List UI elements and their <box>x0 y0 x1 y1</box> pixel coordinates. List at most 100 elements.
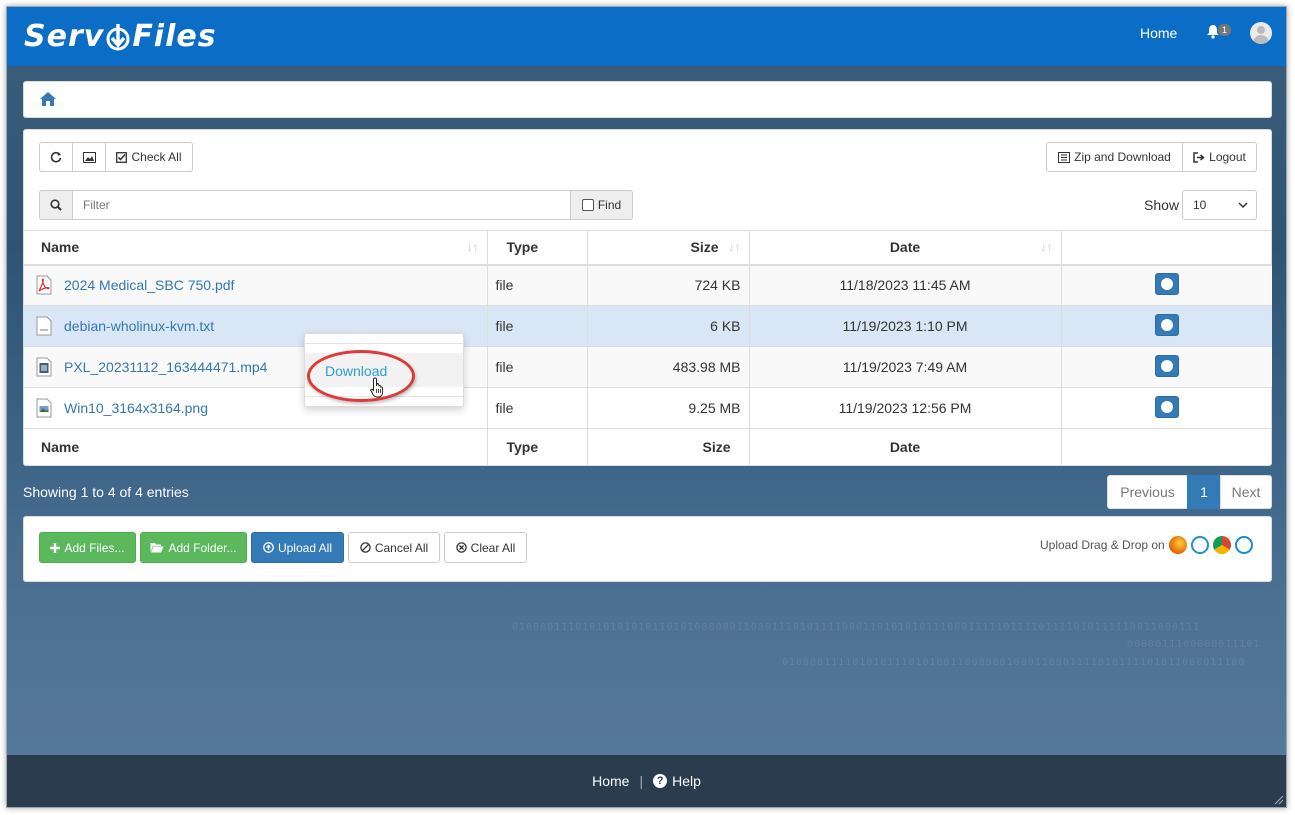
page-size-select[interactable]: 10 <box>1182 190 1257 220</box>
table-row[interactable]: debian-wholinux-kvm.txt file 6 KB 11/19/… <box>24 305 1272 347</box>
background-pattern: 0100001110101010101011010100000011000111… <box>512 622 1261 668</box>
search-icon <box>50 199 62 211</box>
table-header-row: Name ↓↑ Type Size ↓↑ Date ↓↑ <box>24 230 1272 266</box>
top-navbar: Serv Files Home 1 <box>7 7 1286 66</box>
header-size[interactable]: Size ↓↑ <box>587 230 750 266</box>
footer-date: Date <box>749 428 1062 466</box>
file-type: file <box>487 387 588 429</box>
thumbnail-view-button[interactable] <box>72 142 106 172</box>
download-icon <box>1160 277 1173 290</box>
download-button[interactable] <box>1154 395 1179 418</box>
download-icon <box>1160 318 1173 331</box>
file-date: 11/19/2023 7:49 AM <box>749 346 1062 388</box>
header-actions <box>1061 230 1272 266</box>
table-row[interactable]: Win10_3164x3164.png file 9.25 MB 11/19/2… <box>24 387 1272 429</box>
browser-window: 0100001110101010101011010100000011000111… <box>6 6 1287 808</box>
file-name-link[interactable]: debian-wholinux-kvm.txt <box>64 318 214 334</box>
footer-size: Size <box>587 428 750 466</box>
text-file-icon <box>36 316 52 336</box>
header-date[interactable]: Date ↓↑ <box>749 230 1062 266</box>
check-all-button[interactable]: Check All <box>105 142 193 172</box>
cancel-all-button[interactable]: Cancel All <box>348 532 440 563</box>
download-button[interactable] <box>1154 354 1179 377</box>
resize-grip-icon[interactable] <box>1272 793 1284 805</box>
notification-badge: 1 <box>1218 24 1232 36</box>
footer-home-link[interactable]: Home <box>592 773 629 789</box>
table-row[interactable]: PXL_20231112_163444471.mp4 file 483.98 M… <box>24 346 1272 388</box>
page-1-button[interactable]: 1 <box>1187 475 1221 509</box>
filter-input[interactable] <box>72 190 571 220</box>
firefox-icon <box>1168 536 1187 554</box>
next-page-button[interactable]: Next <box>1220 475 1272 509</box>
zip-download-button[interactable]: Zip and Download <box>1046 142 1183 172</box>
footer-help-link[interactable]: ? Help <box>653 773 701 789</box>
find-checkbox-button[interactable]: Find <box>570 190 633 220</box>
file-date: 11/18/2023 11:45 AM <box>749 264 1062 306</box>
file-type: file <box>487 346 588 388</box>
find-checkbox[interactable] <box>581 199 594 211</box>
refresh-button[interactable] <box>39 142 73 172</box>
file-name-link[interactable]: Win10_3164x3164.png <box>64 400 208 416</box>
image-icon <box>82 151 96 163</box>
logout-button[interactable]: Logout <box>1182 142 1257 172</box>
page-footer: Home | ? Help <box>7 755 1286 807</box>
file-date: 11/19/2023 1:10 PM <box>749 305 1062 347</box>
logout-icon <box>1193 151 1205 163</box>
safari-icon <box>1234 536 1253 554</box>
chrome-icon <box>1212 536 1231 554</box>
remove-circle-icon <box>455 542 467 553</box>
search-addon <box>39 190 73 220</box>
hand-cursor-icon <box>370 377 384 398</box>
add-files-button[interactable]: Add Files... <box>39 532 136 563</box>
folder-open-icon <box>150 543 164 553</box>
footer-name: Name <box>24 428 488 466</box>
download-icon <box>1160 400 1173 413</box>
sort-icon: ↓↑ <box>1040 240 1053 254</box>
file-type: file <box>487 264 588 306</box>
file-list-panel: Check All Zip and Download Logout Filter… <box>23 129 1272 466</box>
menu-divider <box>305 343 463 344</box>
file-name-link[interactable]: 2024 Medical_SBC 750.pdf <box>64 277 234 293</box>
servfiles-logo[interactable]: Serv Files <box>24 19 217 54</box>
show-label: Show <box>1144 197 1180 213</box>
previous-page-button[interactable]: Previous <box>1107 475 1188 509</box>
notifications-button[interactable]: 1 <box>1206 24 1232 43</box>
refresh-icon <box>50 151 62 163</box>
files-table: Name ↓↑ Type Size ↓↑ Date ↓↑ 2024 Medical_S… <box>24 230 1272 466</box>
image-file-icon <box>36 398 52 418</box>
chevron-down-icon <box>1238 202 1248 209</box>
file-date: 11/19/2023 12:56 PM <box>749 387 1062 429</box>
upload-panel: Add Files... Add Folder... Upload All Ca… <box>23 516 1272 582</box>
drag-drop-info: Upload Drag & Drop on <box>1040 536 1253 554</box>
upload-all-button[interactable]: Upload All <box>251 532 344 563</box>
video-file-icon <box>36 357 52 377</box>
breadcrumb <box>23 81 1272 118</box>
logo-arrow-icon <box>106 23 130 50</box>
highlight-ring <box>307 350 415 402</box>
footer-separator: | <box>639 773 644 789</box>
user-avatar-icon[interactable] <box>1250 22 1272 44</box>
download-button[interactable] <box>1154 272 1179 295</box>
file-size: 483.98 MB <box>587 346 750 388</box>
sort-icon: ↓↑ <box>466 240 479 254</box>
header-name[interactable]: Name ↓↑ <box>24 230 488 266</box>
file-type: file <box>487 305 588 347</box>
plus-icon <box>50 542 61 553</box>
download-icon <box>1160 359 1173 372</box>
add-folder-button[interactable]: Add Folder... <box>140 532 247 563</box>
entries-info: Showing 1 to 4 of 4 entries <box>23 484 189 500</box>
clear-all-button[interactable]: Clear All <box>444 532 527 563</box>
nav-home-link[interactable]: Home <box>1140 25 1177 41</box>
question-icon: ? <box>653 774 668 788</box>
download-button[interactable] <box>1154 313 1179 336</box>
sort-icon: ↓↑ <box>728 240 741 254</box>
file-name-link[interactable]: PXL_20231112_163444471.mp4 <box>64 359 267 375</box>
footer-type: Type <box>487 428 588 466</box>
ie-icon <box>1190 536 1209 554</box>
table-row[interactable]: 2024 Medical_SBC 750.pdf file 724 KB 11/… <box>24 264 1272 306</box>
ban-icon <box>360 542 371 553</box>
upload-circle-icon <box>263 542 274 553</box>
footer-actions <box>1061 428 1272 466</box>
home-icon[interactable] <box>39 91 57 107</box>
table-footer-row: Name Type Size Date <box>24 428 1272 466</box>
